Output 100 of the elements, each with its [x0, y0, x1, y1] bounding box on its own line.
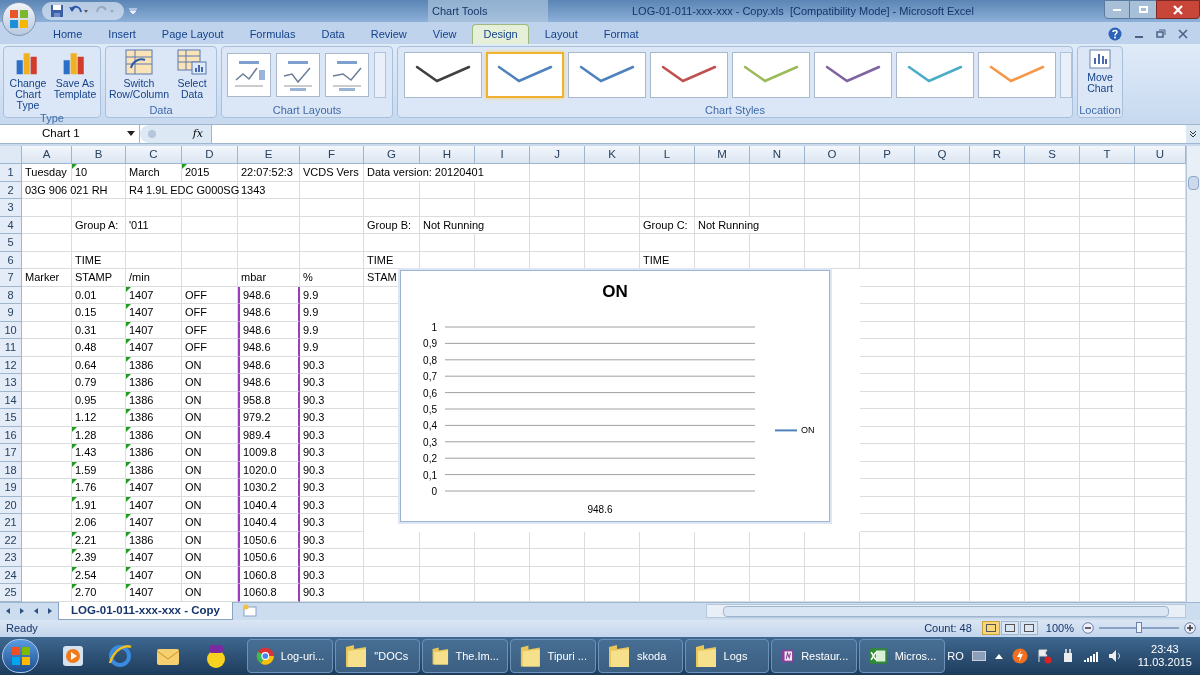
table-cell[interactable] [530, 566, 585, 584]
table-cell[interactable] [1080, 199, 1135, 217]
table-cell[interactable] [915, 286, 970, 304]
column-header[interactable]: C [126, 146, 182, 165]
table-cell[interactable] [915, 164, 970, 182]
table-cell[interactable] [970, 391, 1025, 409]
table-cell[interactable] [970, 339, 1025, 357]
table-cell[interactable] [915, 391, 970, 409]
column-header[interactable]: T [1080, 146, 1135, 165]
table-cell[interactable]: 1407 [126, 514, 182, 532]
table-cell[interactable] [420, 199, 475, 217]
table-cell[interactable]: 90.3 [300, 496, 364, 514]
table-cell[interactable]: Data version: 20120401 [364, 164, 530, 182]
table-cell[interactable] [22, 321, 72, 339]
table-cell[interactable] [530, 549, 585, 567]
table-cell[interactable]: 948.6 [238, 304, 300, 322]
table-cell[interactable] [420, 234, 475, 252]
ribbon-tab[interactable]: View [422, 24, 467, 44]
table-cell[interactable]: 1.28 [72, 426, 126, 444]
table-cell[interactable] [860, 181, 915, 199]
table-cell[interactable] [530, 234, 585, 252]
table-cell[interactable] [1080, 514, 1135, 532]
table-cell[interactable] [860, 304, 915, 322]
taskbar-button[interactable]: skoda [597, 638, 683, 673]
table-cell[interactable] [585, 199, 640, 217]
table-cell[interactable] [860, 216, 915, 234]
table-cell[interactable]: 90.3 [300, 444, 364, 462]
row-header[interactable]: 9 [0, 304, 22, 322]
table-cell[interactable] [530, 164, 585, 182]
media-player-icon[interactable] [61, 643, 86, 668]
table-cell[interactable] [970, 584, 1025, 602]
table-cell[interactable] [915, 374, 970, 392]
table-cell[interactable] [22, 549, 72, 567]
table-cell[interactable] [915, 181, 970, 199]
table-cell[interactable] [915, 234, 970, 252]
browser-icon[interactable] [107, 642, 134, 669]
table-cell[interactable] [1025, 566, 1080, 584]
table-cell[interactable] [860, 479, 915, 497]
table-cell[interactable] [915, 251, 970, 269]
table-cell[interactable] [695, 531, 750, 549]
table-cell[interactable]: VCDS Vers [300, 164, 364, 182]
table-cell[interactable] [1080, 321, 1135, 339]
table-cell[interactable] [1080, 164, 1135, 182]
row-header[interactable]: 3 [0, 199, 22, 217]
table-cell[interactable]: 1386 [126, 356, 182, 374]
table-cell[interactable] [970, 199, 1025, 217]
table-cell[interactable]: 90.3 [300, 566, 364, 584]
vertical-scrollbar[interactable] [1186, 146, 1200, 602]
table-cell[interactable] [1080, 286, 1135, 304]
table-cell[interactable]: 1386 [126, 374, 182, 392]
table-cell[interactable] [860, 251, 915, 269]
table-cell[interactable] [1080, 269, 1135, 287]
table-cell[interactable] [1025, 479, 1080, 497]
table-cell[interactable]: 90.3 [300, 409, 364, 427]
column-header[interactable]: Q [915, 146, 970, 165]
table-cell[interactable] [585, 181, 640, 199]
table-cell[interactable]: 1407 [126, 339, 182, 357]
table-cell[interactable] [750, 566, 805, 584]
table-cell[interactable] [970, 479, 1025, 497]
column-header[interactable]: P [860, 146, 915, 165]
table-cell[interactable]: Marker [22, 269, 72, 287]
table-cell[interactable] [364, 566, 420, 584]
table-cell[interactable] [475, 234, 530, 252]
table-cell[interactable]: 1407 [126, 304, 182, 322]
table-cell[interactable] [182, 216, 238, 234]
table-cell[interactable] [1025, 321, 1080, 339]
column-header[interactable]: F [300, 146, 364, 165]
table-cell[interactable]: 2.54 [72, 566, 126, 584]
table-cell[interactable] [22, 531, 72, 549]
table-cell[interactable] [72, 234, 126, 252]
gallery-scrollbar[interactable] [374, 52, 386, 98]
table-cell[interactable]: STAMP [72, 269, 126, 287]
table-cell[interactable] [1080, 181, 1135, 199]
table-cell[interactable] [300, 234, 364, 252]
table-cell[interactable]: 1407 [126, 549, 182, 567]
table-cell[interactable] [420, 531, 475, 549]
table-cell[interactable] [1025, 286, 1080, 304]
table-cell[interactable]: 1.43 [72, 444, 126, 462]
table-cell[interactable]: 90.3 [300, 531, 364, 549]
table-cell[interactable]: 948.6 [238, 356, 300, 374]
ribbon-button[interactable]: Switch Row/Column [108, 47, 170, 103]
table-cell[interactable] [970, 304, 1025, 322]
table-cell[interactable] [530, 584, 585, 602]
table-cell[interactable] [1025, 356, 1080, 374]
table-cell[interactable] [750, 199, 805, 217]
table-cell[interactable] [915, 304, 970, 322]
table-cell[interactable]: 90.3 [300, 549, 364, 567]
view-button[interactable] [1000, 621, 1019, 635]
table-cell[interactable] [970, 251, 1025, 269]
table-cell[interactable]: ON [182, 356, 238, 374]
clock[interactable]: 23:43 11.03.2015 [1137, 642, 1192, 669]
table-cell[interactable] [860, 321, 915, 339]
table-cell[interactable]: 9.9 [300, 304, 364, 322]
table-cell[interactable]: 90.3 [300, 479, 364, 497]
table-cell[interactable] [1025, 339, 1080, 357]
lightning-icon[interactable] [1011, 647, 1028, 664]
table-cell[interactable]: 22:07:52:3 [238, 164, 300, 182]
table-cell[interactable] [1025, 234, 1080, 252]
column-header[interactable]: U [1135, 146, 1186, 165]
table-cell[interactable]: 0.48 [72, 339, 126, 357]
